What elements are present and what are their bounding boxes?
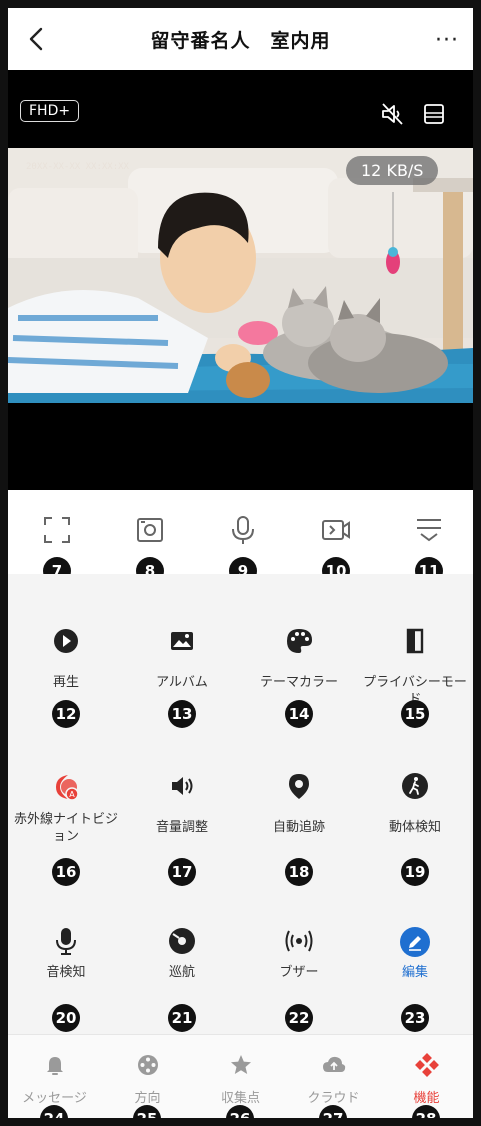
feature-buzzer[interactable]: ブザー: [241, 904, 357, 1019]
feature-volume[interactable]: 音量調整: [124, 749, 240, 864]
album-icon: [171, 632, 193, 650]
quality-button[interactable]: FHD+: [20, 100, 80, 122]
feature-label: 音検知: [46, 965, 86, 980]
tab-label: メッセージ: [22, 1091, 87, 1106]
tab-label: 収集点: [220, 1091, 260, 1106]
badge-20: 20: [52, 1004, 80, 1032]
bell-icon: [46, 1057, 63, 1075]
badge-23: 23: [401, 1004, 429, 1032]
cruise-icon: [169, 928, 195, 954]
feature-label: 音量調整: [155, 820, 208, 835]
svg-text:A: A: [69, 790, 75, 799]
control-toolbar: 7 8 9 10 11: [8, 490, 473, 585]
feature-edit[interactable]: 編集: [357, 904, 473, 1019]
tab-label: クラウド: [307, 1091, 360, 1106]
palette-icon: [287, 629, 312, 653]
badge-17: 17: [168, 858, 196, 886]
direction-icon: [137, 1055, 158, 1075]
function-icon: [414, 1053, 439, 1077]
badge-13: 13: [168, 700, 196, 728]
night-vision-icon: A: [56, 775, 79, 801]
badge-16: 16: [52, 858, 80, 886]
location-pin-icon: [289, 774, 309, 799]
badge-18: 18: [285, 858, 313, 886]
feature-label: 編集: [401, 965, 428, 980]
badge-15: 15: [401, 700, 429, 728]
play-icon: [54, 629, 78, 653]
feature-cruise[interactable]: 巡航: [124, 904, 240, 1019]
feature-sound-detection[interactable]: 音検知: [8, 904, 124, 1019]
buzzer-icon: [285, 930, 313, 952]
app-frame: 留守番名人 室内用 ··· FHD+ 20XX-XX-XX XX:XX:XX 1…: [8, 8, 473, 1118]
feature-label: 赤外線ナイトビジョン: [13, 812, 118, 844]
fullscreen-icon[interactable]: [41, 514, 73, 546]
badge-14: 14: [285, 700, 313, 728]
feature-grid: 再生 アルバム テーマカラー プライバシーモード A 赤外線ナイトビジョン 音量…: [8, 574, 473, 1034]
cloud-icon: [322, 1056, 345, 1072]
badge-21: 21: [168, 1004, 196, 1032]
microphone-icon: [56, 928, 76, 955]
feature-motion-detection[interactable]: 動体検知: [357, 749, 473, 864]
page-title: 留守番名人 室内用: [150, 30, 331, 52]
badge-12: 12: [52, 700, 80, 728]
volume-icon: [172, 777, 193, 795]
feature-label: 自動追跡: [272, 820, 325, 835]
feature-label: アルバム: [156, 675, 208, 690]
star-icon: [230, 1055, 251, 1074]
bitrate-badge: 12 KB/S: [346, 156, 439, 185]
feature-label: 巡航: [168, 965, 195, 980]
more-menu-button[interactable]: ···: [435, 28, 459, 53]
layout-toggle-icon[interactable]: [422, 102, 446, 126]
camera-scene-image: 20XX-XX-XX XX:XX:XX 12 KB/S: [8, 148, 473, 403]
feature-night-vision[interactable]: A 赤外線ナイトビジョン: [8, 749, 124, 864]
feature-auto-tracking[interactable]: 自動追跡: [241, 749, 357, 864]
privacy-icon: [406, 628, 424, 654]
feature-label: ブザー: [279, 965, 319, 980]
tab-label: 機能: [413, 1091, 440, 1106]
badge-19: 19: [401, 858, 429, 886]
feature-label: 再生: [52, 675, 79, 690]
speaker-muted-icon[interactable]: [380, 102, 406, 126]
scene-illustration: [8, 148, 473, 403]
edit-icon: [400, 927, 430, 957]
video-timestamp: 20XX-XX-XX XX:XX:XX: [26, 162, 129, 172]
microphone-talk-icon[interactable]: [227, 514, 259, 546]
walking-person-icon: [402, 773, 428, 799]
header: 留守番名人 室内用 ···: [8, 8, 473, 70]
snapshot-icon[interactable]: [134, 514, 166, 546]
bottom-tab-bar: メッセージ 方向 収集点 クラウド 機能 24 25 26 27 28: [8, 1034, 473, 1118]
tab-label: 方向: [134, 1091, 161, 1106]
feature-label: テーマカラー: [259, 675, 338, 690]
collapse-menu-icon[interactable]: [413, 514, 445, 546]
live-video-view[interactable]: FHD+ 20XX-XX-XX XX:XX:XX 12 KB/S: [8, 70, 473, 490]
feature-label: 動体検知: [388, 820, 441, 835]
record-video-icon[interactable]: [320, 514, 352, 546]
badge-22: 22: [285, 1004, 313, 1032]
